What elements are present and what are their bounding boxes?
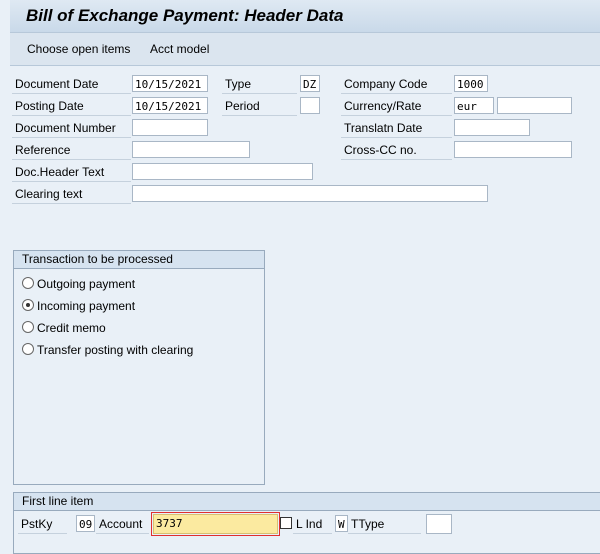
radio-selected-icon <box>22 299 34 311</box>
transaction-group: Transaction to be processed Outgoing pay… <box>13 250 265 485</box>
radio-icon <box>22 277 34 289</box>
radio-outgoing-payment[interactable]: Outgoing payment <box>22 277 135 291</box>
posting-date-field[interactable]: 10/15/2021 <box>132 97 208 114</box>
first-line-item-title: First line item <box>14 493 600 511</box>
company-code-field[interactable]: 1000 <box>454 75 488 92</box>
doc-header-text-field[interactable] <box>132 163 313 180</box>
document-number-label: Document Number <box>12 120 131 138</box>
cross-cc-label: Cross-CC no. <box>341 142 452 160</box>
posting-date-label: Posting Date <box>12 98 131 116</box>
currency-rate-label: Currency/Rate <box>341 98 452 116</box>
ttype-label: TType <box>348 516 421 534</box>
document-date-label: Document Date <box>12 76 131 94</box>
radio-credit-memo[interactable]: Credit memo <box>22 321 106 335</box>
rate-field[interactable] <box>497 97 572 114</box>
account-label: Account <box>96 516 149 534</box>
pstky-field[interactable]: 09 <box>76 515 95 532</box>
currency-field[interactable]: eur <box>454 97 494 114</box>
choose-open-items-button[interactable]: Choose open items <box>27 42 130 56</box>
clearing-text-label: Clearing text <box>12 186 131 204</box>
cross-cc-field[interactable] <box>454 141 572 158</box>
clearing-text-field[interactable] <box>132 185 488 202</box>
lind-label: L Ind <box>293 516 332 534</box>
title-bar: Bill of Exchange Payment: Header Data <box>10 0 600 33</box>
radio-label: Transfer posting with clearing <box>37 343 194 357</box>
doc-header-text-label: Doc.Header Text <box>12 164 131 182</box>
application-toolbar: Choose open items Acct model <box>10 33 600 66</box>
account-field[interactable]: 3737 <box>151 512 280 536</box>
radio-icon <box>22 343 34 355</box>
radio-label: Credit memo <box>37 321 106 335</box>
radio-label: Incoming payment <box>37 299 136 313</box>
radio-label: Outgoing payment <box>37 277 136 291</box>
reference-label: Reference <box>12 142 131 160</box>
acct-model-button[interactable]: Acct model <box>150 42 209 56</box>
type-field[interactable]: DZ <box>300 75 320 92</box>
page-title: Bill of Exchange Payment: Header Data <box>26 6 344 25</box>
document-number-field[interactable] <box>132 119 208 136</box>
company-code-label: Company Code <box>341 76 452 94</box>
translatn-date-label: Translatn Date <box>341 120 452 138</box>
radio-transfer-posting[interactable]: Transfer posting with clearing <box>22 343 193 357</box>
pstky-label: PstKy <box>18 516 67 534</box>
radio-incoming-payment[interactable]: Incoming payment <box>22 299 135 313</box>
type-label: Type <box>222 76 297 94</box>
reference-field[interactable] <box>132 141 250 158</box>
translatn-date-field[interactable] <box>454 119 530 136</box>
radio-icon <box>22 321 34 333</box>
ttype-field[interactable] <box>426 514 452 534</box>
period-field[interactable] <box>300 97 320 114</box>
copy-icon[interactable] <box>280 517 292 529</box>
transaction-group-title: Transaction to be processed <box>14 251 264 269</box>
period-label: Period <box>222 98 297 116</box>
document-date-field[interactable]: 10/15/2021 <box>132 75 208 92</box>
lind-field[interactable]: W <box>335 515 348 532</box>
